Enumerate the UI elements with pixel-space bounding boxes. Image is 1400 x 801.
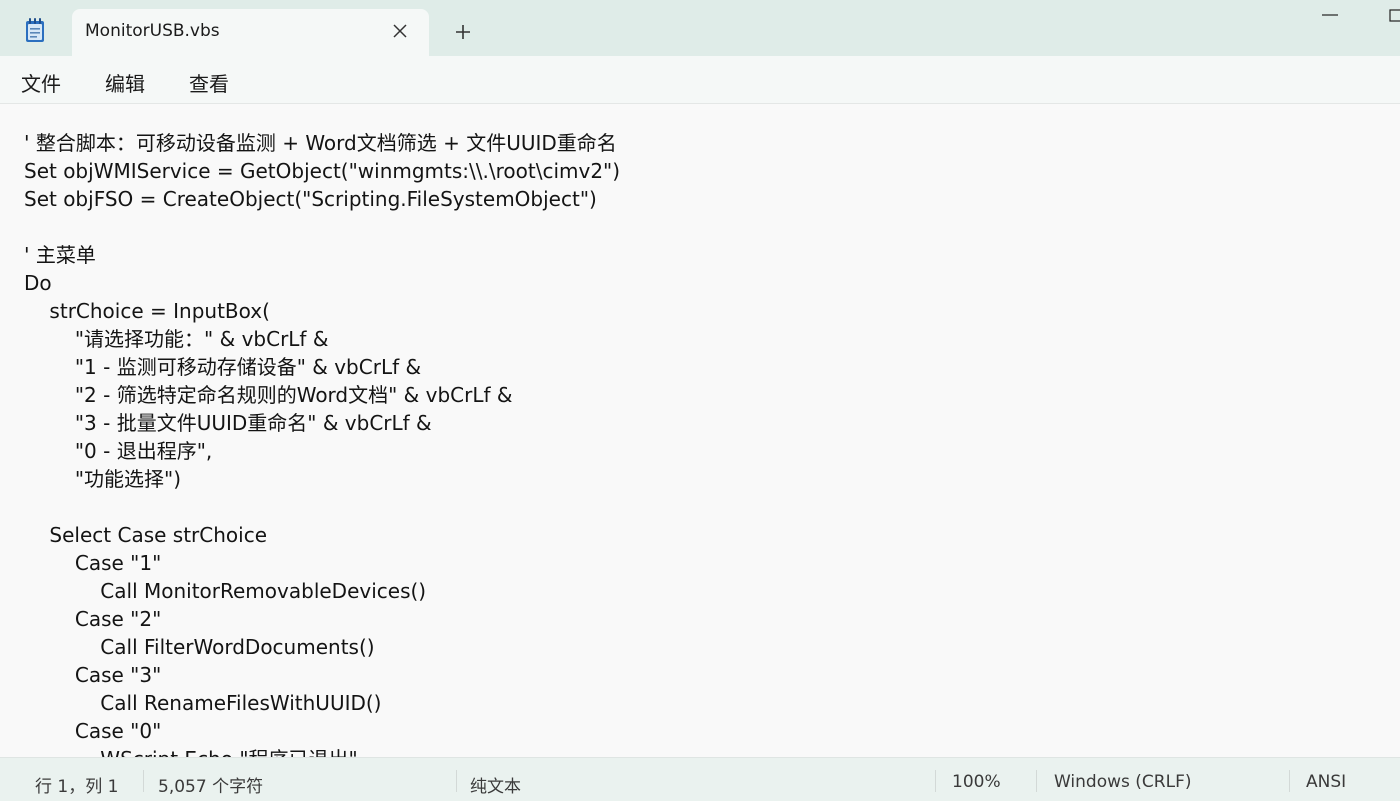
notepad-window: MonitorUSB.vbs 文件 编辑 查看 ' 整合脚本：可移动设备监测 +… xyxy=(0,0,1400,801)
character-count: 5,057 个字符 xyxy=(158,777,264,797)
status-bar: 行 1，列 1 5,057 个字符 纯文本 100% Windows (CRLF… xyxy=(0,757,1400,801)
encoding[interactable]: ANSI xyxy=(1306,772,1346,792)
maximize-icon[interactable] xyxy=(1378,0,1400,30)
status-divider xyxy=(143,770,144,792)
code-line: "3 - 批量文件UUID重命名" & vbCrLf & xyxy=(24,411,432,435)
code-line: Set objWMIService = GetObject("winmgmts:… xyxy=(24,159,621,183)
tab-monitorusb[interactable]: MonitorUSB.vbs xyxy=(72,9,429,56)
notepad-icon xyxy=(24,17,46,43)
text-editor[interactable]: ' 整合脚本：可移动设备监测 + Word文档筛选 + 文件UUID重命名 Se… xyxy=(0,104,1400,757)
code-line: ' 主菜单 xyxy=(24,243,96,267)
code-line: "功能选择") xyxy=(24,467,182,491)
status-divider xyxy=(456,770,457,792)
code-line: Case "1" xyxy=(24,551,162,575)
menu-file[interactable]: 文件 xyxy=(21,68,61,97)
code-line: strChoice = InputBox( xyxy=(24,299,270,323)
code-line: Call MonitorRemovableDevices() xyxy=(24,579,427,603)
code-line: Do xyxy=(24,271,52,295)
close-icon[interactable] xyxy=(391,22,409,40)
menu-edit[interactable]: 编辑 xyxy=(105,68,145,97)
code-line: Select Case strChoice xyxy=(24,523,268,547)
zoom-level[interactable]: 100% xyxy=(952,772,1001,792)
plus-icon[interactable] xyxy=(452,21,474,43)
code-line: Set objFSO = CreateObject("Scripting.Fil… xyxy=(24,187,597,211)
minimize-icon[interactable] xyxy=(1310,0,1350,30)
status-divider xyxy=(935,770,936,792)
code-line: Case "3" xyxy=(24,663,162,687)
code-line: WScript.Echo "程序已退出" xyxy=(24,745,620,757)
code-line: ' 整合脚本：可移动设备监测 + Word文档筛选 + 文件UUID重命名 xyxy=(24,131,617,155)
code-text: ' 整合脚本：可移动设备监测 + Word文档筛选 + 文件UUID重命名 Se… xyxy=(24,129,620,757)
line-ending[interactable]: Windows (CRLF) xyxy=(1054,772,1192,792)
code-line: Case "2" xyxy=(24,607,162,631)
status-divider xyxy=(1036,770,1037,792)
tab-title: MonitorUSB.vbs xyxy=(85,21,220,41)
text-format: 纯文本 xyxy=(470,777,521,797)
cursor-position: 行 1，列 1 xyxy=(35,777,119,797)
code-line: "1 - 监测可移动存储设备" & vbCrLf & xyxy=(24,355,422,379)
menu-bar: 文件 编辑 查看 xyxy=(0,56,1400,104)
status-divider xyxy=(1289,770,1290,792)
code-line: "请选择功能：" & vbCrLf & xyxy=(24,327,329,351)
code-line: "2 - 筛选特定命名规则的Word文档" & vbCrLf & xyxy=(24,383,513,407)
code-line: Call RenameFilesWithUUID() xyxy=(24,691,382,715)
menu-view[interactable]: 查看 xyxy=(189,68,229,97)
code-line: Call FilterWordDocuments() xyxy=(24,635,375,659)
title-bar: MonitorUSB.vbs xyxy=(0,0,1400,56)
code-line: "0 - 退出程序", xyxy=(24,439,213,463)
code-line: Case "0" xyxy=(24,719,162,743)
